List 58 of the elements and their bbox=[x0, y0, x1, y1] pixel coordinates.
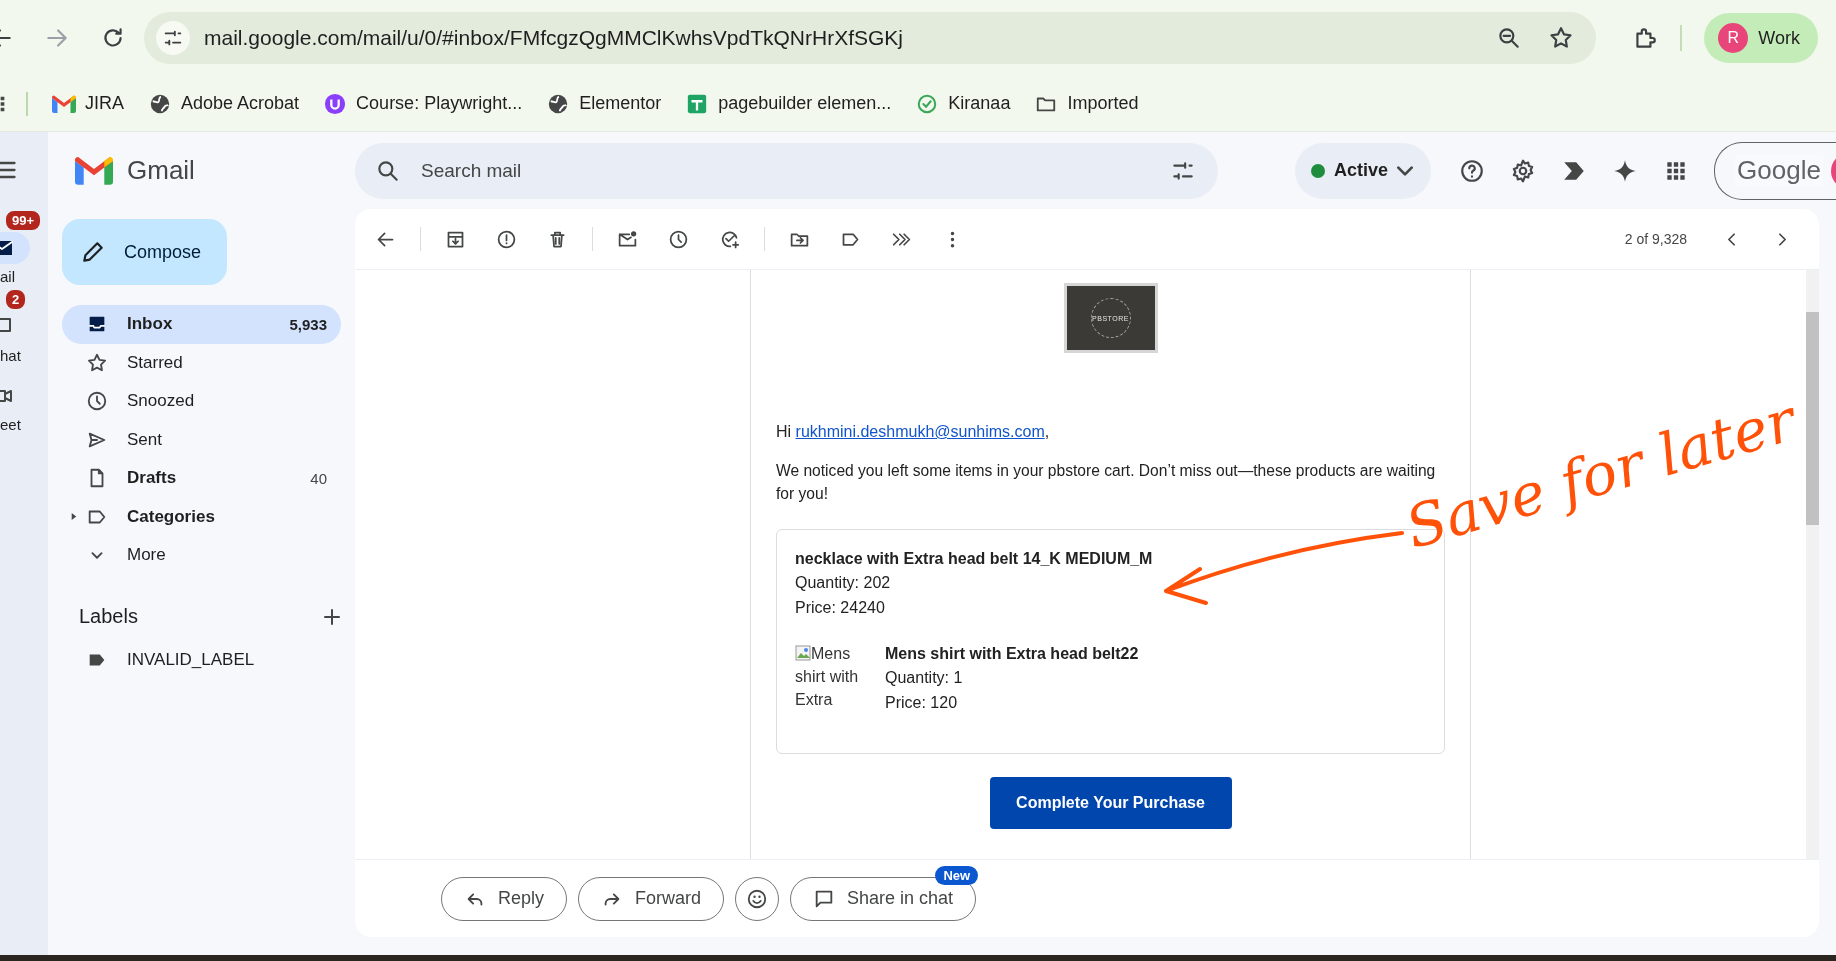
email-link[interactable]: rukhmini.deshmukh@sunhims.com bbox=[795, 423, 1045, 440]
folder-item[interactable]: Starred bbox=[62, 343, 341, 382]
quantity-text: Quantity: 202 bbox=[795, 573, 892, 593]
scrollbar-thumb[interactable] bbox=[1806, 312, 1819, 525]
star-icon bbox=[86, 351, 108, 374]
report-icon[interactable] bbox=[496, 228, 517, 250]
folder-item[interactable]: Inbox 5,933 bbox=[62, 305, 341, 344]
price-text: Price: 24240 bbox=[795, 598, 886, 618]
folder-item[interactable]: Categories bbox=[62, 497, 341, 536]
product-name: necklace with Extra head belt 14_K MEDIUM_M bbox=[795, 549, 1153, 569]
bookmark-item[interactable]: pagebuilder elemen... bbox=[685, 92, 892, 115]
status-dot bbox=[1311, 163, 1325, 178]
profile-avatar: R bbox=[1718, 23, 1749, 53]
help-icon[interactable] bbox=[1459, 157, 1486, 184]
clock-icon[interactable] bbox=[668, 228, 689, 250]
search-field[interactable]: Search mail bbox=[355, 142, 1218, 199]
address-bar[interactable]: mail.google.com/mail/u/0/#inbox/FMfcgzQgMMClKwhsVpdTkQNrHrXfSGKj bbox=[144, 12, 1597, 64]
status-button[interactable]: Active bbox=[1295, 142, 1432, 199]
product-name: Mens shirt with Extra head belt22 bbox=[885, 644, 1139, 664]
rail-item[interactable]: ail bbox=[0, 232, 48, 285]
label-item[interactable]: INVALID_LABEL bbox=[62, 640, 341, 679]
folder-item[interactable]: More bbox=[62, 536, 341, 575]
folder-item[interactable]: Snoozed bbox=[62, 382, 341, 421]
clock-icon bbox=[86, 390, 108, 413]
profile-button[interactable]: R Work bbox=[1704, 13, 1818, 63]
bookmark-star-icon[interactable] bbox=[1548, 25, 1575, 51]
greeting-text: Hi rukhmini.deshmukh@sunhims.com, bbox=[776, 423, 1051, 441]
bookmark-item[interactable]: Adobe Acrobat bbox=[148, 92, 300, 115]
count-badge: 99+ bbox=[4, 209, 43, 232]
folder-item[interactable]: Drafts 40 bbox=[62, 459, 341, 498]
broken-image: Mens shirt with Extra bbox=[795, 644, 860, 710]
bookmark-item[interactable]: Elementor bbox=[546, 92, 662, 115]
bookmark-item[interactable]: Course: Playwright... bbox=[323, 92, 523, 115]
m-logo-icon bbox=[75, 156, 113, 185]
quantity-text: Quantity: 1 bbox=[885, 668, 964, 688]
bookmark-item[interactable]: Kiranaa bbox=[915, 92, 1011, 115]
rail-item[interactable]: eet bbox=[0, 380, 48, 433]
folder-item[interactable]: Sent bbox=[62, 420, 341, 459]
app-name: Gmail bbox=[127, 155, 195, 186]
badge-icon bbox=[323, 92, 348, 115]
globe-icon bbox=[148, 92, 172, 115]
section-heading: Labels bbox=[79, 605, 138, 628]
rail-item[interactable]: hat bbox=[0, 311, 48, 364]
smiley-icon bbox=[746, 887, 769, 910]
pager-text: 2 of 9,328 bbox=[1624, 231, 1687, 247]
bookmark-item[interactable]: JIRA bbox=[52, 92, 124, 115]
url-text: mail.google.com/mail/u/0/#inbox/FMfcgzQgMMClKwhsVpdTkQNrHrXfSGKj bbox=[204, 26, 904, 50]
count-badge: 2 bbox=[4, 288, 28, 311]
action-button[interactable]: Forward bbox=[578, 876, 725, 921]
envelope-dot-icon[interactable] bbox=[617, 228, 638, 250]
pencil-icon bbox=[80, 239, 106, 265]
compose-button[interactable]: Compose bbox=[62, 219, 227, 285]
purchase-button[interactable]: Complete Your Purchase bbox=[989, 777, 1232, 829]
bookmark-item[interactable]: Imported bbox=[1034, 92, 1139, 115]
price-text: Price: 120 bbox=[885, 693, 959, 713]
action-button[interactable]: Reply bbox=[441, 876, 568, 921]
account-button[interactable]: Google bbox=[1714, 141, 1836, 200]
new-badge: New bbox=[935, 865, 979, 885]
